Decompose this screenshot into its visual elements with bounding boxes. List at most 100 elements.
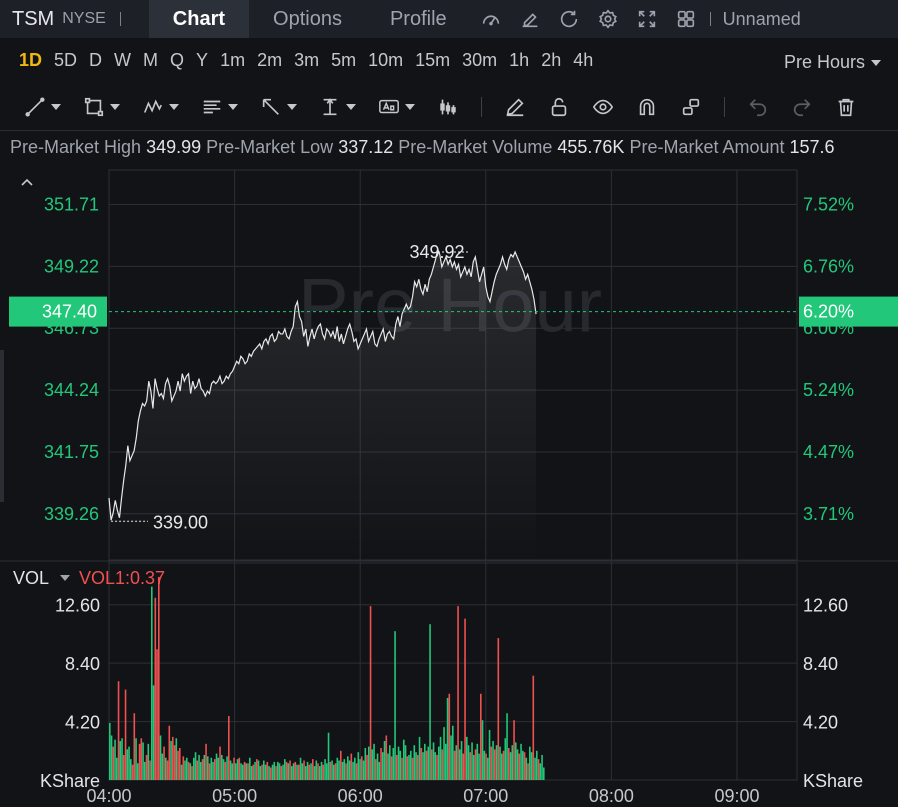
period-10m[interactable]: 10m — [368, 50, 403, 71]
volume-bar — [485, 753, 487, 780]
volume-bar — [429, 624, 431, 780]
indicator-tool[interactable] — [437, 96, 459, 118]
gauge-icon[interactable] — [479, 7, 503, 31]
volume-bar — [518, 753, 521, 780]
volume-bar — [371, 749, 374, 780]
volume-bar — [418, 736, 421, 780]
volume-bar — [425, 750, 428, 780]
eye-button[interactable] — [592, 96, 614, 118]
period-15m[interactable]: 15m — [415, 50, 450, 71]
session-dropdown[interactable]: Pre Hours — [784, 52, 881, 73]
period-5m[interactable]: 5m — [331, 50, 356, 71]
tab-profile[interactable]: Profile — [366, 0, 471, 38]
layout-name[interactable]: Unnamed — [723, 9, 801, 30]
text-tool[interactable] — [378, 96, 415, 118]
volume-bar — [270, 767, 272, 780]
redo-button[interactable] — [791, 96, 813, 118]
toolbar-divider-line — [0, 130, 898, 131]
pencil-button[interactable] — [504, 96, 526, 118]
volume-caret-icon[interactable] — [60, 575, 70, 581]
volume-bar — [231, 763, 234, 780]
ticker-symbol[interactable]: TSM — [12, 8, 54, 31]
period-m[interactable]: M — [143, 50, 158, 71]
measure-tool[interactable] — [319, 96, 356, 118]
volume-bar — [319, 766, 321, 780]
min-price-label: 339.00 — [153, 512, 208, 532]
settings-icon[interactable] — [596, 7, 620, 31]
vol-tick-label: 12.60 — [55, 596, 100, 616]
grid-icon[interactable] — [674, 7, 698, 31]
period-w[interactable]: W — [114, 50, 131, 71]
period-y[interactable]: Y — [196, 50, 208, 71]
volume-bar — [109, 722, 111, 780]
volume-indicator-label: VOL1:0.37 — [79, 568, 165, 588]
volume-bar — [280, 766, 283, 780]
volume-bar — [380, 748, 382, 780]
refresh-icon[interactable] — [557, 7, 581, 31]
volume-bar — [543, 767, 545, 780]
chevron-down-icon — [169, 104, 179, 110]
period-2m[interactable]: 2m — [257, 50, 282, 71]
volume-bar — [520, 743, 522, 780]
period-1m[interactable]: 1m — [220, 50, 245, 71]
period-1h[interactable]: 1h — [509, 50, 529, 71]
tab-chart[interactable]: Chart — [148, 0, 250, 38]
period-4h[interactable]: 4h — [573, 50, 593, 71]
volume-bar — [242, 764, 244, 780]
vol-tick-label-right: 8.40 — [803, 654, 838, 674]
toolbar-divider — [481, 97, 482, 117]
tab-options[interactable]: Options — [249, 0, 366, 38]
trend-line-tool[interactable] — [24, 96, 61, 118]
volume-bar — [133, 713, 136, 780]
volume-bar — [166, 760, 169, 780]
arrow-tool[interactable] — [260, 96, 297, 118]
volume-bar — [306, 761, 309, 780]
period-1d[interactable]: 1D — [19, 50, 42, 71]
volume-bar — [445, 743, 447, 780]
fullscreen-icon[interactable] — [635, 7, 659, 31]
edit-icon[interactable] — [518, 7, 542, 31]
period-2h[interactable]: 2h — [541, 50, 561, 71]
volume-bar — [481, 720, 484, 780]
volume-bar — [142, 742, 144, 780]
period-d[interactable]: D — [89, 50, 102, 71]
volume-bar — [257, 760, 260, 780]
volume-bar — [201, 759, 204, 780]
volume-bar — [294, 761, 297, 780]
price-chart[interactable]: 04:00 05:00 06:00 07:00 08:00 09:00339.26 3.71… — [0, 160, 898, 807]
volume-bar — [394, 631, 396, 780]
lock-button[interactable] — [548, 96, 570, 118]
volume-bar — [341, 761, 344, 780]
link-button[interactable] — [680, 96, 702, 118]
period-3m[interactable]: 3m — [294, 50, 319, 71]
volume-bar — [238, 757, 241, 780]
magnet-button[interactable] — [636, 96, 658, 118]
pattern-tool[interactable] — [142, 96, 179, 118]
volume-bar — [324, 759, 326, 780]
volume-bar — [366, 754, 368, 780]
volume-bar — [292, 763, 295, 780]
trend-line-icon — [25, 97, 45, 117]
volume-bar — [156, 649, 158, 780]
volume-bar — [427, 746, 430, 780]
volume-bar — [343, 759, 346, 780]
pattern-icon — [143, 99, 162, 113]
volume-bar — [208, 763, 211, 780]
undo-button[interactable] — [747, 96, 769, 118]
period-30m[interactable]: 30m — [462, 50, 497, 71]
period-5d[interactable]: 5D — [54, 50, 77, 71]
delete-button[interactable] — [835, 96, 857, 118]
volume-bar — [173, 745, 176, 780]
volume-bar — [387, 753, 389, 780]
volume-bar — [459, 749, 461, 780]
volume-bar — [135, 738, 137, 780]
exchange-label: NYSE — [62, 10, 106, 27]
x-tick-label: 07:00 — [463, 786, 508, 806]
volume-bar — [110, 735, 113, 780]
volume-bar — [123, 754, 125, 780]
period-q[interactable]: Q — [170, 50, 184, 71]
volume-bar — [194, 752, 197, 780]
fib-tool[interactable] — [201, 96, 238, 118]
rectangle-tool[interactable] — [83, 96, 120, 118]
drawing-toolbar — [0, 88, 898, 126]
